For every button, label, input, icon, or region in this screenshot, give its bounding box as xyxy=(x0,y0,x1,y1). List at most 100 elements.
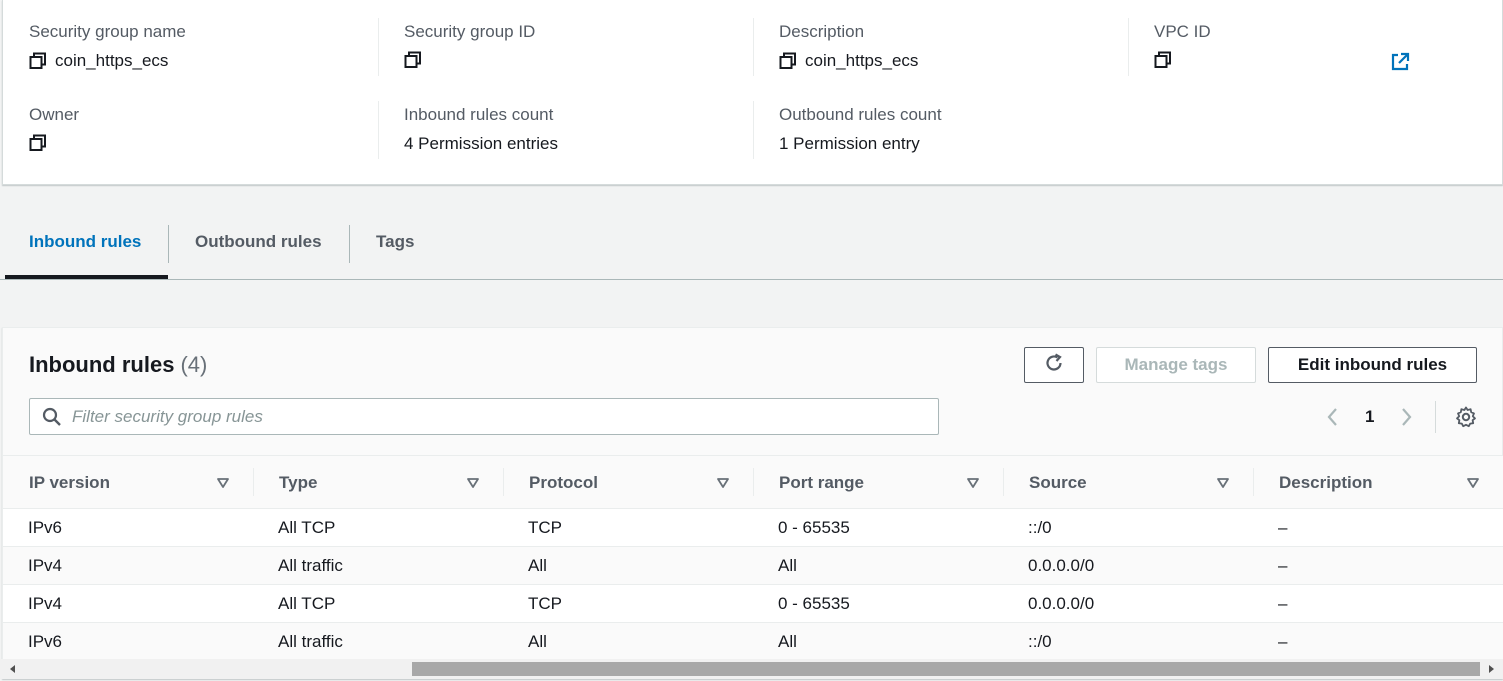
field-inbound-rules-count: Inbound rules count 4 Permission entries xyxy=(404,105,764,153)
tab-divider xyxy=(168,225,169,263)
field-label: VPC ID xyxy=(1154,22,1211,41)
pager-divider xyxy=(1435,401,1436,433)
tab-inbound-rules[interactable]: Inbound rules xyxy=(29,205,141,279)
table-row[interactable]: IPv6 All TCP TCP 0 - 65535 ::/0 – xyxy=(3,509,1503,547)
cell-description: – xyxy=(1278,555,1288,575)
cell-port-range: All xyxy=(778,555,797,575)
column-header-ip-version[interactable]: IP version xyxy=(29,456,110,509)
column-divider xyxy=(753,468,754,496)
field-label: Inbound rules count xyxy=(404,105,554,124)
field-label: Outbound rules count xyxy=(779,105,942,124)
field-description: Description coin_https_ecs xyxy=(779,22,1139,70)
cell-protocol: TCP xyxy=(528,593,562,613)
security-group-name-value: coin_https_ecs xyxy=(55,51,169,70)
inbound-rules-count-value: 4 Permission entries xyxy=(404,134,559,153)
column-header-description[interactable]: Description xyxy=(1279,456,1373,509)
tab-divider xyxy=(349,225,350,263)
description-value: coin_https_ecs xyxy=(805,51,919,70)
sort-caret-down-icon[interactable] xyxy=(716,476,730,488)
field-value: 1 Permission entry xyxy=(779,134,920,154)
cell-port-range: 0 - 65535 xyxy=(778,517,850,537)
table-row[interactable]: IPv4 All traffic All All 0.0.0.0/0 – xyxy=(3,547,1503,585)
rules-tabs: Inbound rules Outbound rules Tags xyxy=(0,205,1503,280)
cell-ip-version: IPv4 xyxy=(28,593,63,613)
copy-icon[interactable] xyxy=(404,51,422,69)
refresh-button[interactable] xyxy=(1024,347,1084,383)
tab-outbound-rules[interactable]: Outbound rules xyxy=(195,205,322,279)
cell-type: All traffic xyxy=(278,631,343,651)
pagination: 1 xyxy=(1323,402,1416,432)
cell-protocol: All xyxy=(528,555,547,575)
sort-caret-down-icon[interactable] xyxy=(466,476,480,488)
column-header-type[interactable]: Type xyxy=(279,456,317,509)
tab-tags[interactable]: Tags xyxy=(376,205,414,279)
cell-port-range: 0 - 65535 xyxy=(778,593,850,613)
column-divider xyxy=(753,18,754,76)
cell-protocol: TCP xyxy=(528,517,562,537)
search-icon xyxy=(42,407,62,432)
column-divider xyxy=(1128,18,1129,76)
cell-ip-version: IPv4 xyxy=(28,555,63,575)
copy-icon[interactable] xyxy=(29,52,47,70)
cell-source: 0.0.0.0/0 xyxy=(1028,593,1095,613)
cell-description: – xyxy=(1278,631,1288,651)
cell-type: All traffic xyxy=(278,555,343,575)
column-header-port-range[interactable]: Port range xyxy=(779,456,864,509)
table-header: IP version Type Protocol Port range Sour… xyxy=(3,455,1503,509)
field-label: Security group name xyxy=(29,22,186,41)
security-group-details-card: Security group name coin_https_ecs Secur… xyxy=(2,0,1503,185)
manage-tags-button[interactable]: Manage tags xyxy=(1096,347,1256,383)
chevron-left-icon[interactable] xyxy=(1323,405,1343,429)
inbound-rules-table: IP version Type Protocol Port range Sour… xyxy=(3,455,1503,661)
rules-count: (4) xyxy=(180,352,208,377)
scrollbar-thumb[interactable] xyxy=(412,662,1480,676)
horizontal-scrollbar[interactable] xyxy=(0,659,1503,679)
cell-source: 0.0.0.0/0 xyxy=(1028,555,1095,575)
column-divider xyxy=(378,18,379,76)
column-divider xyxy=(753,101,754,159)
column-divider xyxy=(253,468,254,496)
cell-source: ::/0 xyxy=(1028,517,1052,537)
field-label: Owner xyxy=(29,105,80,124)
cell-ip-version: IPv6 xyxy=(28,517,63,537)
column-header-protocol[interactable]: Protocol xyxy=(529,456,598,509)
field-value xyxy=(1154,51,1180,69)
panel-title: Inbound rules (4) xyxy=(29,352,207,378)
copy-icon[interactable] xyxy=(29,134,47,152)
cell-description: – xyxy=(1278,593,1288,613)
outbound-rules-count-value: 1 Permission entry xyxy=(779,134,920,153)
gear-icon[interactable] xyxy=(1454,405,1478,429)
sort-caret-down-icon[interactable] xyxy=(1216,476,1230,488)
field-value: 4 Permission entries xyxy=(404,134,558,154)
column-header-source[interactable]: Source xyxy=(1029,456,1087,509)
field-owner: Owner xyxy=(29,105,389,151)
table-row[interactable]: IPv4 All TCP TCP 0 - 65535 0.0.0.0/0 – xyxy=(3,585,1503,623)
filter-search-box xyxy=(29,398,939,435)
active-tab-indicator xyxy=(5,275,168,279)
field-security-group-id: Security group ID xyxy=(404,22,764,68)
field-vpc-id: VPC ID xyxy=(1154,22,1503,68)
edit-inbound-rules-button[interactable]: Edit inbound rules xyxy=(1268,347,1477,383)
cell-ip-version: IPv6 xyxy=(28,631,63,651)
filter-security-group-rules-input[interactable] xyxy=(72,401,922,432)
inbound-rules-panel: Inbound rules (4) Manage tags Edit inboun… xyxy=(2,327,1503,679)
panel-title-text: Inbound rules xyxy=(29,352,175,377)
field-value: coin_https_ecs xyxy=(29,51,168,71)
cell-port-range: All xyxy=(778,631,797,651)
field-value: coin_https_ecs xyxy=(779,51,918,71)
copy-icon[interactable] xyxy=(779,52,797,70)
chevron-right-icon[interactable] xyxy=(1396,405,1416,429)
sort-caret-down-icon[interactable] xyxy=(966,476,980,488)
table-body: IPv6 All TCP TCP 0 - 65535 ::/0 – IPv4 A… xyxy=(3,509,1503,661)
scroll-right-arrow-icon[interactable] xyxy=(1484,662,1498,676)
field-label: Description xyxy=(779,22,865,41)
copy-icon[interactable] xyxy=(1154,51,1172,69)
column-divider xyxy=(1253,468,1254,496)
page-number[interactable]: 1 xyxy=(1365,407,1374,427)
refresh-icon xyxy=(1043,352,1065,379)
sort-caret-down-icon[interactable] xyxy=(1466,476,1480,488)
sort-caret-down-icon[interactable] xyxy=(216,476,230,488)
external-link-icon[interactable] xyxy=(1389,51,1411,73)
table-row[interactable]: IPv6 All traffic All All ::/0 – xyxy=(3,623,1503,661)
scroll-left-arrow-icon[interactable] xyxy=(6,662,20,676)
